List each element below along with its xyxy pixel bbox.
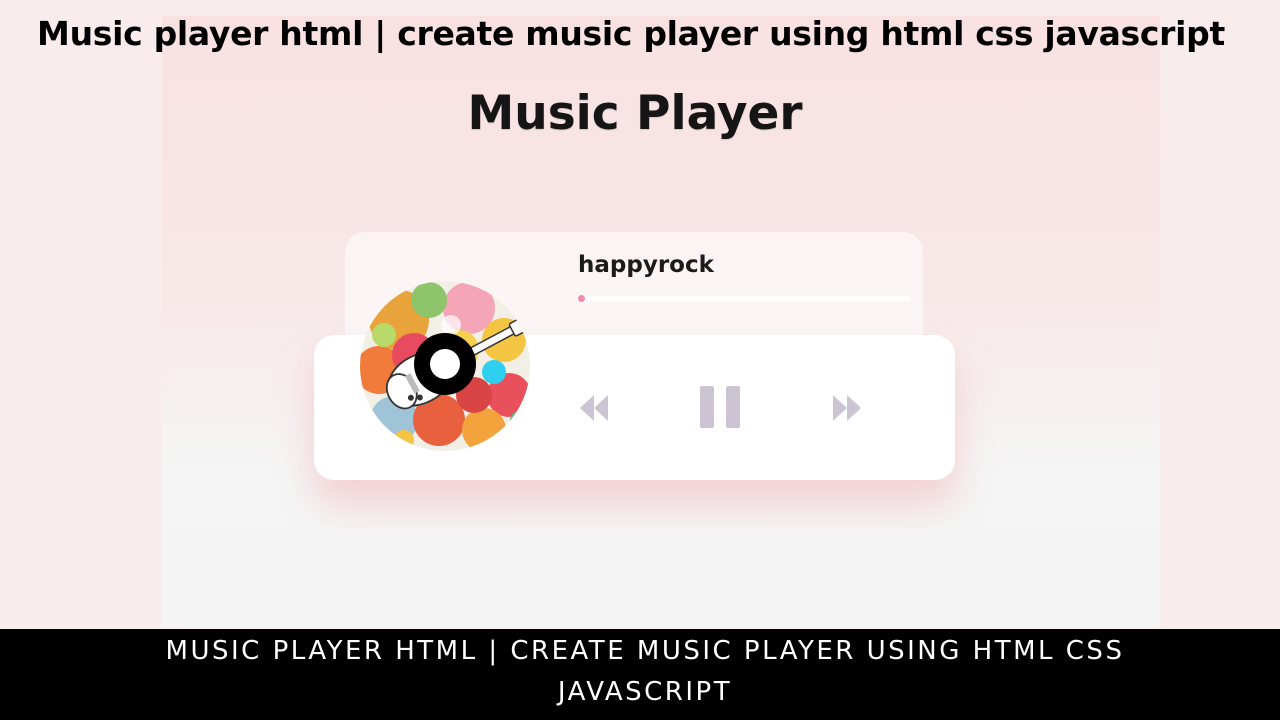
progress-bar[interactable] — [578, 295, 910, 302]
previous-button[interactable] — [578, 393, 610, 423]
app-heading: Music Player — [467, 86, 803, 141]
caption-line-2: JAVASCRIPT — [557, 677, 733, 707]
track-title: happyrock — [578, 252, 714, 278]
pause-icon — [700, 386, 740, 428]
progress-bar-fill — [578, 295, 585, 302]
rewind-icon — [580, 395, 608, 421]
thumbnail-frame: Music player html | create music player … — [0, 0, 1280, 720]
caption-banner: MUSIC PLAYER HTML | CREATE MUSIC PLAYER … — [0, 629, 1280, 720]
pause-button[interactable] — [698, 386, 742, 428]
fast-forward-icon — [833, 395, 861, 421]
banner-title: Music player html | create music player … — [37, 14, 1225, 53]
album-art — [359, 280, 531, 452]
caption-line-1: MUSIC PLAYER HTML | CREATE MUSIC PLAYER … — [165, 636, 1125, 666]
next-button[interactable] — [831, 393, 863, 423]
